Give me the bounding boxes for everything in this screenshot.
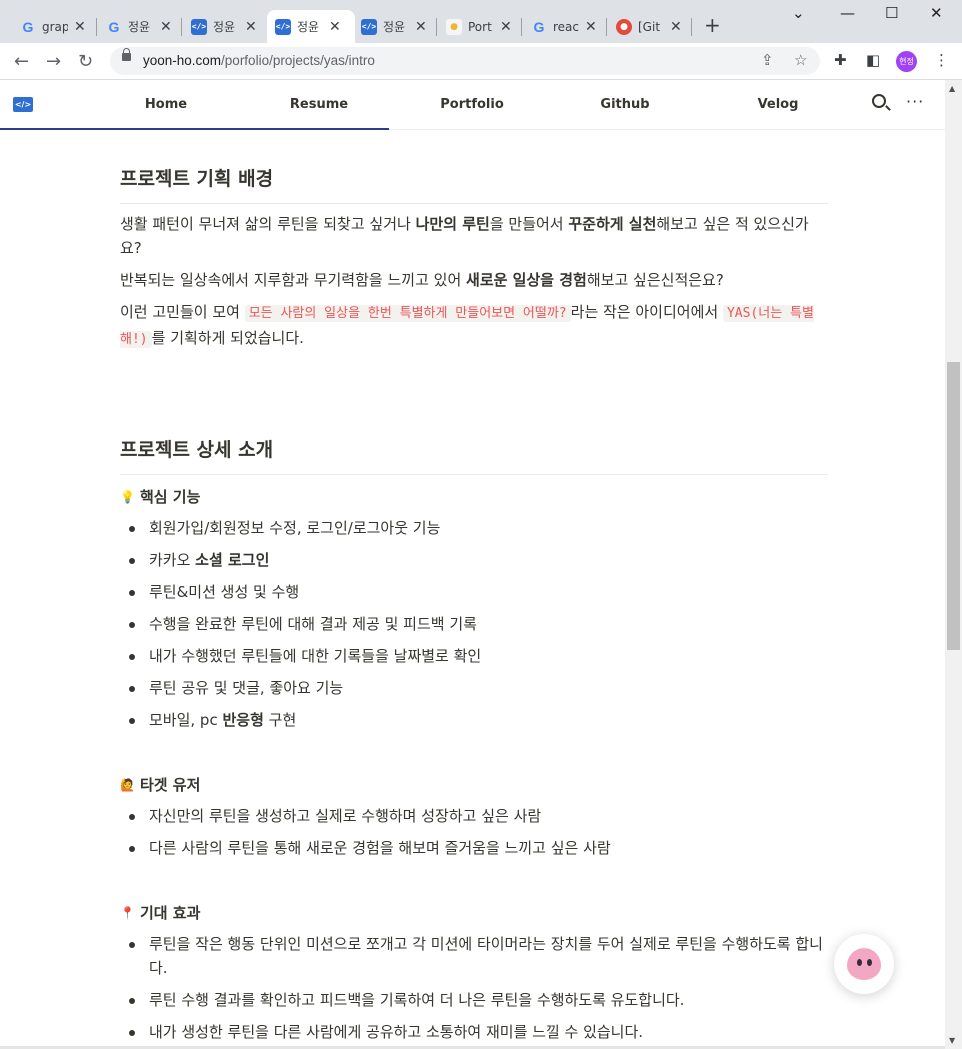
tab-title: Port — [468, 19, 492, 34]
share-icon[interactable]: ⇪ — [761, 51, 774, 69]
tab-title: reac — [553, 19, 579, 34]
nav-velog[interactable]: Velog — [718, 97, 838, 112]
target-users-list: 자신만의 루틴을 생성하고 실제로 수행하며 성장하고 싶은 사람 다른 사람의… — [120, 804, 828, 860]
minimize-icon[interactable]: — — [840, 4, 855, 22]
paragraph-background-1: 생활 패턴이 무너져 삶의 루틴을 되찾고 싶거나 나만의 루틴을 만들어서 꾸… — [120, 215, 809, 257]
chat-face-icon — [847, 948, 881, 980]
browser-tab-active[interactable]: </> 정윤 ✕ — [267, 10, 355, 43]
expected-effects-list: 루틴을 작은 행동 단위인 미션으로 쪼개고 각 미션에 타이머라는 장치를 두… — [120, 932, 828, 1044]
reload-icon[interactable]: ↻ — [78, 51, 93, 72]
more-icon[interactable]: ··· — [906, 92, 924, 111]
inline-code-idea: 모든 사람의 일상을 한번 특별하게 만들어보면 어떨까? — [244, 305, 571, 322]
subheading-target-users: 🙋 타겟 유저 — [120, 776, 201, 794]
list-item: 수행을 완료한 루틴에 대해 결과 제공 및 피드백 기록 — [120, 612, 828, 636]
back-icon[interactable]: ← — [14, 51, 29, 72]
google-icon: G — [22, 18, 34, 35]
browser-tab[interactable]: </> 정윤 ✕ — [183, 10, 265, 43]
list-item: 카카오 소셜 로그인 — [120, 548, 828, 572]
list-item: 내가 생성한 루틴을 다른 사람에게 공유하고 소통하여 재미를 느낄 수 있습… — [120, 1020, 828, 1044]
browser-tab[interactable]: G 정윤 ✕ — [98, 10, 180, 43]
list-item: 내가 수행했던 루틴들에 대한 기록들을 날짜별로 확인 — [120, 644, 828, 668]
close-tab-icon[interactable]: ✕ — [160, 19, 172, 35]
list-item: 다른 사람의 루틴을 통해 새로운 경험을 해보며 즐거움을 느끼고 싶은 사람 — [120, 836, 828, 860]
list-item: 루틴 수행 결과를 확인하고 피드백을 기록하여 더 나은 루틴을 수행하도록 … — [120, 988, 828, 1012]
close-tab-icon[interactable]: ✕ — [74, 19, 86, 35]
close-tab-icon[interactable]: ✕ — [500, 19, 512, 35]
close-tab-icon[interactable]: ✕ — [245, 19, 257, 35]
list-item: 루틴 공유 및 댓글, 좋아요 기능 — [120, 676, 828, 700]
list-item: 자신만의 루틴을 생성하고 실제로 수행하며 성장하고 싶은 사람 — [120, 804, 828, 828]
browser-tab[interactable]: ● [Git ✕ — [608, 10, 690, 43]
paragraph-background-3: 이런 고민들이 모여 모든 사람의 일상을 한번 특별하게 만들어보면 어떨까?… — [120, 303, 814, 348]
site-logo[interactable]: </> — [13, 97, 33, 112]
paragraph-background-2: 반복되는 일상속에서 지루함과 무기력함을 느끼고 있어 새로운 일상을 경험해… — [120, 271, 724, 289]
pushpin-icon: 📍 — [120, 905, 135, 920]
tab-title: graph — [42, 19, 68, 34]
list-item: 회원가입/회원정보 수정, 로그인/로그아웃 기능 — [120, 516, 828, 540]
list-item: 루틴을 작은 행동 단위인 미션으로 쪼개고 각 미션에 타이머라는 장치를 두… — [120, 932, 828, 980]
scroll-up-icon[interactable]: ▲ — [949, 84, 955, 93]
tab-title: 정윤 — [383, 20, 406, 34]
browser-tab[interactable]: G graph ✕ — [12, 10, 94, 43]
tab-title: 정윤 — [213, 20, 236, 34]
close-tab-icon[interactable]: ✕ — [585, 19, 597, 35]
site-header: </> Home Resume Portfolio Github Velog ·… — [0, 80, 945, 130]
lock-icon — [122, 48, 131, 61]
tab-title: 정윤 — [297, 20, 320, 34]
new-tab-button[interactable]: + — [704, 13, 721, 37]
window-close-icon[interactable]: ✕ — [930, 4, 943, 22]
bookmark-star-icon[interactable]: ☆ — [794, 51, 807, 69]
close-tab-icon[interactable]: ✕ — [415, 19, 427, 35]
close-tab-icon[interactable]: ✕ — [329, 19, 341, 35]
menu-icon[interactable]: ⋮ — [934, 51, 949, 69]
browser-tab-strip: G graph ✕ G 정윤 ✕ </> 정윤 ✕ </> 정윤 ✕ </> 정… — [0, 0, 962, 43]
section-title-details: 프로젝트 상세 소개 — [120, 435, 828, 475]
person-raising-hand-icon: 🙋 — [120, 777, 135, 792]
code-icon: </> — [275, 18, 291, 35]
google-icon: G — [533, 18, 545, 35]
tab-title: [Git — [638, 19, 661, 34]
extensions-icon[interactable]: ✚ — [834, 51, 847, 69]
close-tab-icon[interactable]: ✕ — [670, 19, 682, 35]
google-icon: G — [108, 18, 120, 35]
subheading-core-features: 💡 핵심 기능 — [120, 488, 201, 506]
browser-toolbar: ← → ↻ yoon-ho.com/porfolio/projects/yas/… — [0, 43, 962, 80]
subheading-expected-effects: 📍 기대 효과 — [120, 904, 201, 922]
section-title-background: 프로젝트 기획 배경 — [120, 164, 828, 204]
lightbulb-icon: 💡 — [120, 489, 135, 504]
tab-search-icon[interactable]: ⌄ — [792, 4, 805, 22]
page-scrollbar[interactable]: ▲ ▼ — [945, 80, 962, 1049]
forward-icon[interactable]: → — [46, 51, 61, 72]
side-panel-icon[interactable]: ◧ — [866, 51, 880, 69]
chat-widget-button[interactable] — [834, 934, 894, 994]
address-bar[interactable]: yoon-ho.com/porfolio/projects/yas/intro … — [110, 47, 820, 75]
nav-github[interactable]: Github — [565, 97, 685, 112]
browser-tab[interactable]: </> 정윤 ✕ — [353, 10, 435, 43]
browser-tab[interactable]: G reac ✕ — [523, 10, 605, 43]
scrollbar-thumb[interactable] — [947, 362, 960, 650]
browser-tab[interactable]: ● Port ✕ — [438, 10, 520, 43]
search-icon[interactable] — [872, 94, 886, 108]
bulb-icon: ● — [446, 18, 462, 35]
scroll-down-icon[interactable]: ▼ — [949, 1036, 955, 1045]
code-icon: </> — [191, 18, 207, 35]
nav-home[interactable]: Home — [106, 97, 226, 112]
tab-title: 정윤 — [128, 20, 151, 34]
nav-active-indicator — [0, 128, 389, 130]
nav-portfolio[interactable]: Portfolio — [412, 97, 532, 112]
core-features-list: 회원가입/회원정보 수정, 로그인/로그아웃 기능 카카오 소셜 로그인 루틴&… — [120, 516, 828, 732]
list-item: 루틴&미션 생성 및 수행 — [120, 580, 828, 604]
profile-avatar[interactable]: 현정 — [896, 51, 917, 72]
list-item: 모바일, pc 반응형 구현 — [120, 708, 828, 732]
github-red-icon: ● — [616, 18, 632, 35]
nav-resume[interactable]: Resume — [259, 97, 379, 112]
maximize-icon[interactable]: ☐ — [885, 4, 898, 22]
code-icon: </> — [361, 18, 377, 35]
url-text[interactable]: yoon-ho.com/porfolio/projects/yas/intro — [143, 53, 375, 68]
